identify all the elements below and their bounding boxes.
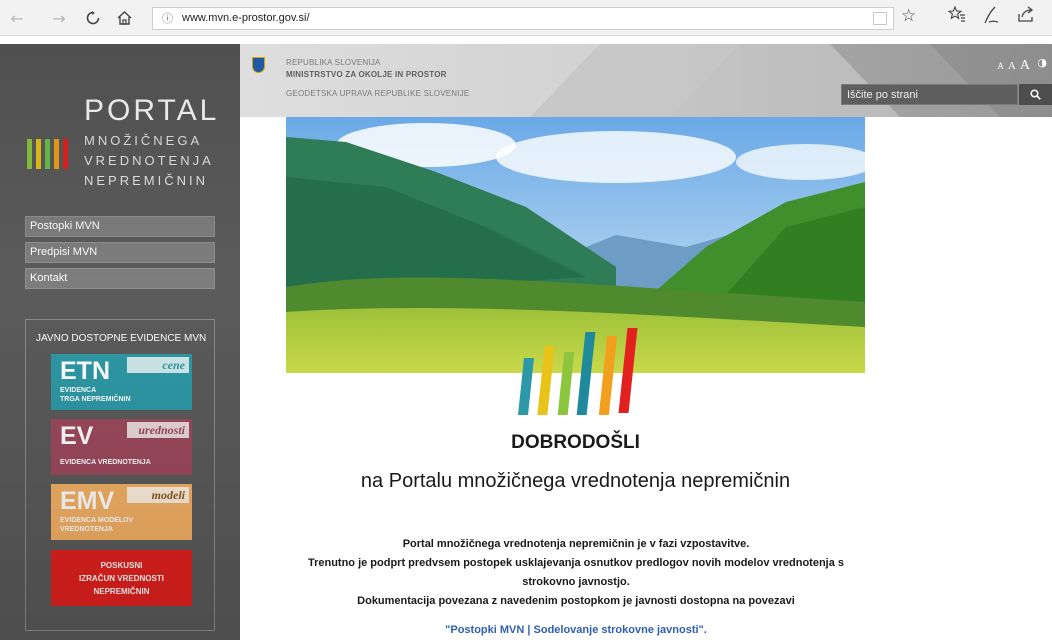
emv-title: EMV: [60, 487, 115, 515]
address-bar[interactable]: ⓘ www.mvn.e-prostor.gov.si/: [152, 7, 894, 30]
sidebar-item-kontakt[interactable]: Kontakt: [25, 268, 215, 289]
header-line-ministry: MINISTRSTVO ZA OKOLJE IN PROSTOR: [286, 70, 447, 79]
logo-bar: [618, 328, 638, 413]
favorites-list-icon[interactable]: [947, 5, 966, 27]
logo-bar: [598, 336, 618, 415]
header-decoration: [530, 44, 1052, 117]
intro-line-4: Dokumentacija povezana z navedenim posto…: [357, 595, 795, 607]
sidebar: PORTAL MNOŽIČNEGA VREDNOTENJA NEPREMIČNI…: [0, 44, 240, 640]
font-size-medium[interactable]: A: [1008, 60, 1016, 72]
etn-sub-1: EVIDENCA: [60, 387, 97, 394]
header-line-survey: GEODETSKA UPRAVA REPUBLIKE SLOVENIJE: [286, 89, 470, 98]
calc-line-1: POSKUSNI: [100, 561, 143, 570]
arrow-left-icon[interactable]: ←: [6, 7, 28, 29]
coat-of-arms-icon: [252, 57, 265, 73]
logo-bar: [537, 346, 555, 415]
font-size-large[interactable]: A: [1020, 58, 1030, 73]
logo-line-2: VREDNOTENJA: [84, 153, 214, 168]
logo-bar: [557, 352, 575, 415]
site-search-input[interactable]: [841, 84, 1018, 105]
postopki-mvn-link[interactable]: "Postopki MVN | Sodelovanje strokovne ja…: [270, 624, 882, 636]
font-size-small[interactable]: A: [997, 61, 1004, 71]
site-header: REPUBLIKA SLOVENIJA MINISTRSTVO ZA OKOLJ…: [240, 44, 1052, 117]
logo-bar: [518, 358, 534, 415]
logo-line-3: NEPREMIČNIN: [84, 173, 209, 188]
home-icon[interactable]: [113, 7, 135, 29]
share-icon[interactable]: [1018, 6, 1035, 27]
logo-stripe: [27, 139, 32, 169]
emv-tag: modeli: [127, 487, 189, 503]
calc-line-3: NEPREMIČNIN: [93, 587, 150, 596]
logo-portal-text[interactable]: PORTAL: [84, 94, 219, 128]
trial-valuation-button[interactable]: POSKUSNI IZRAČUN VREDNOSTI NEPREMIČNIN: [51, 550, 192, 606]
font-size-control: A A A: [997, 56, 1030, 74]
etn-tag: cene: [127, 357, 189, 373]
logo-stripe: [36, 139, 41, 169]
browser-toolbar: ← → ⓘ www.mvn.e-prostor.gov.si/ ☆: [0, 0, 1052, 36]
welcome-subtitle: na Portalu množičnega vrednotenja neprem…: [360, 470, 791, 492]
reading-view-icon[interactable]: [873, 12, 887, 25]
evidence-panel-title: JAVNO DOSTOPNE EVIDENCE MVN: [36, 333, 207, 344]
url-text[interactable]: www.mvn.e-prostor.gov.si/: [182, 12, 310, 24]
emv-sub-2: VREDNOTENJA: [60, 526, 113, 533]
refresh-icon[interactable]: [82, 7, 104, 29]
portal-logo-stripes: [27, 139, 73, 169]
ev-sub-1: EVIDENCA VREDNOTENJA: [60, 459, 151, 466]
intro-line-1: Portal množičnega vrednotenja nepremični…: [402, 538, 750, 550]
intro-line-2: Trenutno je podprt predvsem postopek usk…: [307, 557, 845, 569]
public-evidence-panel: JAVNO DOSTOPNE EVIDENCE MVN ETN cene EVI…: [25, 319, 215, 631]
welcome-title: DOBRODOŠLI: [511, 432, 640, 453]
calc-line-2: IZRAČUN VREDNOSTI: [79, 574, 164, 583]
etn-title: ETN: [60, 357, 110, 385]
logo-stripe: [45, 139, 50, 169]
contrast-icon[interactable]: ◑: [1037, 56, 1047, 69]
logo-line-1: MNOŽIČNEGA: [84, 133, 203, 148]
portal-color-bars-logo: [518, 328, 638, 415]
ev-card[interactable]: EV urednosti EVIDENCA VREDNOTENJA: [51, 419, 192, 475]
logo-stripe: [63, 139, 68, 169]
ev-title: EV: [60, 422, 94, 450]
pen-icon[interactable]: [983, 6, 999, 29]
logo-bar: [576, 332, 596, 415]
sidebar-item-predpisi-mvn[interactable]: Predpisi MVN: [25, 242, 215, 263]
favorite-star-icon[interactable]: ☆: [901, 6, 916, 26]
etn-sub-2: TRGA NEPREMIČNIN: [60, 396, 131, 403]
info-icon[interactable]: ⓘ: [162, 10, 173, 26]
header-line-republic: REPUBLIKA SLOVENIJA: [286, 58, 381, 67]
sidebar-item-postopki-mvn[interactable]: Postopki MVN: [25, 216, 215, 237]
arrow-right-icon[interactable]: →: [48, 7, 70, 29]
search-button[interactable]: [1019, 84, 1052, 105]
search-icon: [1030, 89, 1041, 100]
ev-tag: urednosti: [127, 422, 189, 438]
emv-sub-1: EVIDENCA MODELOV: [60, 517, 134, 524]
intro-line-3: strokovno javnostjo.: [522, 576, 630, 588]
etn-card[interactable]: ETN cene EVIDENCA TRGA NEPREMIČNIN: [51, 354, 192, 410]
logo-stripe: [54, 139, 59, 169]
emv-card[interactable]: EMV modeli EVIDENCA MODELOV VREDNOTENJA: [51, 484, 192, 540]
